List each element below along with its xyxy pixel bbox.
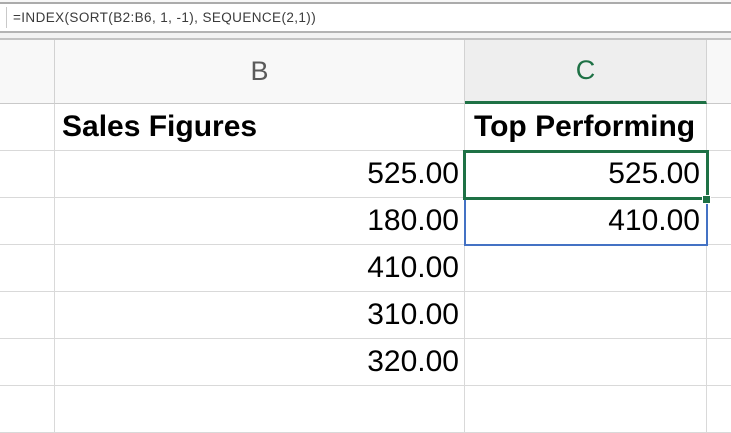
cell-a7[interactable] bbox=[0, 386, 55, 433]
cell-b2[interactable]: 525.00 bbox=[55, 151, 465, 198]
cell-a1[interactable] bbox=[0, 104, 55, 151]
table-row-5: 310.00 bbox=[0, 292, 731, 339]
cell-d7[interactable] bbox=[707, 386, 731, 433]
cell-b6[interactable]: 320.00 bbox=[55, 339, 465, 386]
fill-handle[interactable] bbox=[702, 195, 711, 204]
cell-a2[interactable] bbox=[0, 151, 55, 198]
formula-bar-divider bbox=[6, 7, 7, 28]
cell-a4[interactable] bbox=[0, 245, 55, 292]
cell-d5[interactable] bbox=[707, 292, 731, 339]
cell-d2[interactable] bbox=[707, 151, 731, 198]
cell-b7[interactable] bbox=[55, 386, 465, 433]
cell-c6[interactable] bbox=[465, 339, 707, 386]
column-header-a[interactable] bbox=[0, 40, 55, 104]
cell-c2-active[interactable]: 525.00 bbox=[465, 151, 707, 198]
formula-bar[interactable]: =INDEX(SORT(B2:B6, 1, -1), SEQUENCE(2,1)… bbox=[0, 4, 731, 33]
cell-a3[interactable] bbox=[0, 198, 55, 245]
cell-a6[interactable] bbox=[0, 339, 55, 386]
column-header-b[interactable]: B bbox=[55, 40, 465, 104]
table-row-6: 320.00 bbox=[0, 339, 731, 386]
cell-c4[interactable] bbox=[465, 245, 707, 292]
table-row-1: Sales Figures Top Performing bbox=[0, 104, 731, 151]
cell-c7[interactable] bbox=[465, 386, 707, 433]
cell-d6[interactable] bbox=[707, 339, 731, 386]
table-row-2: 525.00 525.00 bbox=[0, 151, 731, 198]
cell-d4[interactable] bbox=[707, 245, 731, 292]
column-header-c-selected[interactable]: C bbox=[465, 40, 707, 104]
cell-a5[interactable] bbox=[0, 292, 55, 339]
column-header-d[interactable] bbox=[707, 40, 731, 104]
cell-c1[interactable]: Top Performing bbox=[465, 104, 707, 151]
cell-b5[interactable]: 310.00 bbox=[55, 292, 465, 339]
spreadsheet-grid: Sales Figures Top Performing 525.00 525.… bbox=[0, 104, 731, 433]
table-row-3: 180.00 410.00 bbox=[0, 198, 731, 245]
table-row-7 bbox=[0, 386, 731, 433]
formula-text[interactable]: =INDEX(SORT(B2:B6, 1, -1), SEQUENCE(2,1)… bbox=[0, 10, 316, 25]
cell-d3[interactable] bbox=[707, 198, 731, 245]
cell-c3-spill[interactable]: 410.00 bbox=[465, 198, 707, 245]
cell-d1[interactable] bbox=[707, 104, 731, 151]
cell-b3[interactable]: 180.00 bbox=[55, 198, 465, 245]
table-row-4: 410.00 bbox=[0, 245, 731, 292]
cell-b1[interactable]: Sales Figures bbox=[55, 104, 465, 151]
column-header-row: B C bbox=[0, 40, 731, 104]
cell-b4[interactable]: 410.00 bbox=[55, 245, 465, 292]
cell-c5[interactable] bbox=[465, 292, 707, 339]
formula-bar-gap bbox=[0, 33, 731, 40]
